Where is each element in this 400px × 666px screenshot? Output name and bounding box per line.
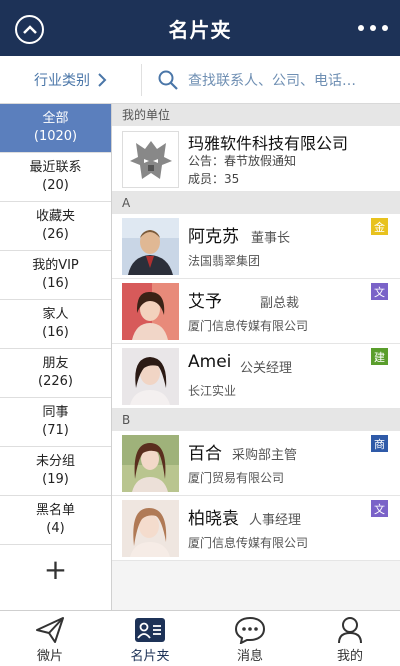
contact-company: 长江实业: [188, 384, 237, 398]
industry-tag-badge: 文: [371, 283, 388, 300]
contact-list: 我的单位 玛雅软件科技有限公司 公告：春节放假通知 成员：35 A 阿克苏 董事…: [112, 104, 400, 610]
sidebar-item-count: (16): [42, 325, 69, 340]
company-logo: [122, 131, 179, 188]
chat-bubble-icon: [234, 616, 266, 644]
contact-role: 董事长: [251, 231, 291, 246]
sidebar-item-count: (71): [42, 423, 69, 438]
sidebar-item-blacklist[interactable]: 黑名单 (4): [0, 496, 111, 545]
sidebar-item-count: (19): [42, 472, 69, 487]
sidebar-item-count: (26): [42, 227, 69, 242]
contact-avatar: [122, 218, 179, 275]
tab-label: 消息: [236, 649, 263, 664]
sidebar-item-friends[interactable]: 朋友 (226): [0, 349, 111, 398]
sidebar-item-ungrouped[interactable]: 未分组 (19): [0, 447, 111, 496]
my-unit-card[interactable]: 玛雅软件科技有限公司 公告：春节放假通知 成员：35: [112, 126, 400, 192]
user-icon: [338, 617, 362, 644]
page-title: 名片夹: [168, 18, 232, 42]
sidebar-item-colleagues[interactable]: 同事 (71): [0, 398, 111, 447]
contact-role: 副总裁: [260, 296, 300, 311]
contact-row[interactable]: 艾予 副总裁 厦门信息传媒有限公司 文: [112, 279, 400, 344]
search-icon: [158, 70, 178, 90]
mask-logo-icon: [129, 140, 172, 179]
paper-plane-icon: [36, 617, 64, 643]
sidebar-item-count: (1020): [33, 129, 78, 144]
company-name: 玛雅软件科技有限公司: [188, 134, 349, 153]
tab-weipian[interactable]: 微片: [0, 611, 100, 666]
contact-row[interactable]: 阿克苏 董事长 法国翡翠集团 金: [112, 214, 400, 279]
tab-label: 我的: [336, 649, 363, 664]
industry-category-button[interactable]: 行业类别: [0, 64, 142, 96]
contact-company: 厦门信息传媒有限公司: [188, 536, 309, 550]
sidebar-item-label: 收藏夹: [35, 209, 75, 224]
sidebar-item-label: 未分组: [35, 454, 75, 469]
plus-icon: +: [43, 553, 68, 586]
contact-avatar: [122, 500, 179, 557]
contact-row[interactable]: Amei 公关经理 长江实业 建: [112, 344, 400, 409]
tab-mine[interactable]: 我的: [300, 611, 400, 666]
sidebar-item-family[interactable]: 家人 (16): [0, 300, 111, 349]
sidebar-item-favorites[interactable]: 收藏夹 (26): [0, 202, 111, 251]
sidebar-item-label: 家人: [42, 307, 69, 322]
industry-tag-badge: 金: [371, 218, 388, 235]
sidebar-item-label: 同事: [42, 405, 69, 420]
contact-name: 柏晓袁: [188, 509, 239, 529]
contact-row[interactable]: 柏晓袁 人事经理 厦门信息传媒有限公司 文: [112, 496, 400, 561]
section-header-letter: A: [112, 192, 400, 214]
add-group-button[interactable]: +: [0, 545, 111, 594]
contact-row[interactable]: 百合 采购部主管 厦门贸易有限公司 商: [112, 431, 400, 496]
contact-role: 采购部主管: [232, 448, 298, 463]
bottom-tab-bar: 微片 名片夹 消息 我的: [0, 610, 400, 666]
search-input[interactable]: 查找联系人、公司、电话…: [158, 64, 386, 96]
industry-category-label: 行业类别: [34, 73, 90, 89]
more-options-icon[interactable]: [358, 16, 388, 40]
sidebar-item-recent[interactable]: 最近联系 (20): [0, 153, 111, 202]
sidebar-item-vip[interactable]: 我的VIP (16): [0, 251, 111, 300]
search-placeholder: 查找联系人、公司、电话…: [188, 73, 356, 89]
tab-label: 微片: [36, 649, 63, 664]
contact-name: 百合: [188, 444, 222, 464]
tab-card-holder[interactable]: 名片夹: [100, 611, 200, 666]
sidebar-item-count: (4): [46, 521, 65, 536]
group-sidebar: 全部 (1020) 最近联系 (20) 收藏夹 (26) 我的VIP (16) …: [0, 104, 112, 610]
contact-avatar: [122, 435, 179, 492]
contact-role: 人事经理: [249, 513, 302, 528]
sidebar-item-label: 全部: [42, 111, 69, 126]
sidebar-item-label: 黑名单: [35, 503, 75, 518]
contact-name: Amei: [188, 352, 232, 372]
contact-role: 公关经理: [240, 361, 293, 376]
chevron-right-icon: [98, 73, 107, 87]
section-header-letter: B: [112, 409, 400, 431]
contact-avatar: [122, 348, 179, 405]
sidebar-item-count: (20): [42, 178, 69, 193]
tab-label: 名片夹: [130, 649, 170, 664]
section-header-my-unit: 我的单位: [112, 104, 400, 126]
contact-company: 法国翡翠集团: [188, 254, 261, 268]
contact-company: 厦门信息传媒有限公司: [188, 319, 309, 333]
filter-bar: 行业类别 查找联系人、公司、电话…: [0, 56, 400, 104]
contact-name: 艾予: [188, 292, 222, 312]
tab-messages[interactable]: 消息: [200, 611, 300, 666]
card-holder-icon: [135, 618, 165, 642]
sidebar-item-all[interactable]: 全部 (1020): [0, 104, 111, 153]
industry-tag-badge: 文: [371, 500, 388, 517]
sidebar-item-label: 朋友: [42, 356, 69, 371]
sidebar-item-label: 我的VIP: [32, 258, 79, 273]
sidebar-item-count: (16): [42, 276, 69, 291]
contact-avatar: [122, 283, 179, 340]
industry-tag-badge: 商: [371, 435, 388, 452]
app-header: 名片夹: [0, 0, 400, 56]
contact-name: 阿克苏: [188, 227, 239, 247]
industry-tag-badge: 建: [371, 348, 388, 365]
sidebar-item-label: 最近联系: [29, 160, 82, 175]
company-notice: 公告：春节放假通知: [188, 154, 297, 168]
contact-company: 厦门贸易有限公司: [188, 471, 285, 485]
company-members: 成员：35: [188, 172, 240, 186]
sidebar-item-count: (226): [38, 374, 73, 389]
